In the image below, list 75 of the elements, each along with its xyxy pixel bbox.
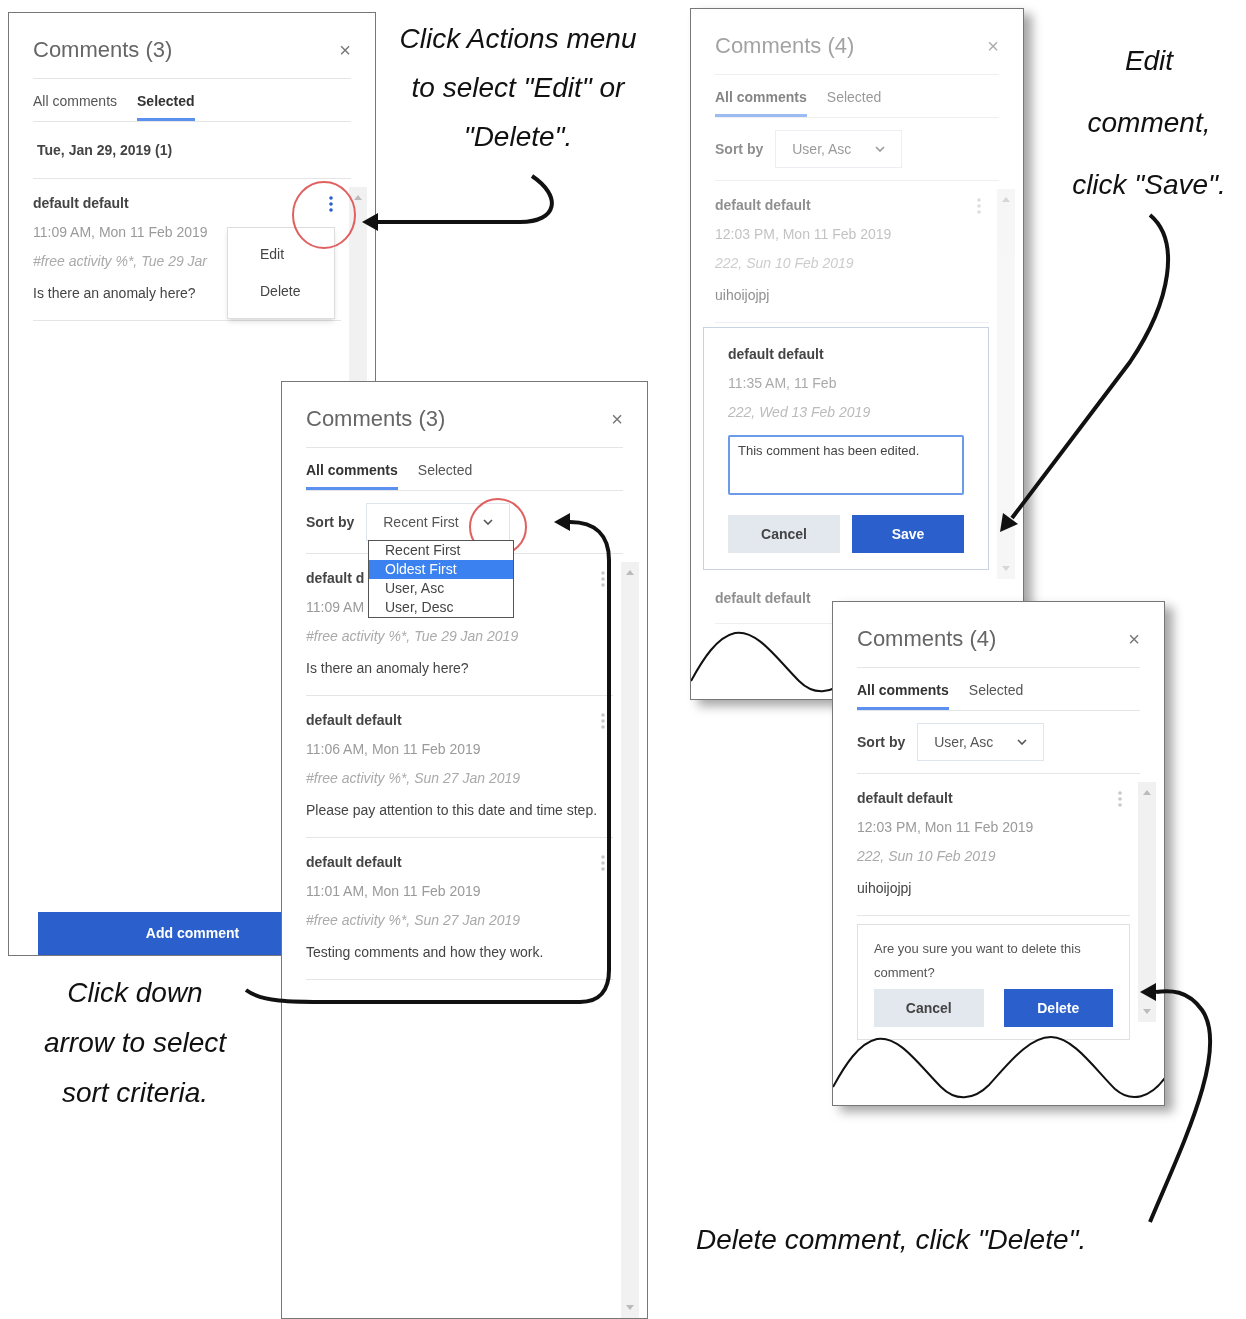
close-button[interactable]: ×: [339, 39, 351, 60]
save-button[interactable]: Save: [852, 515, 964, 553]
comment-author: default default: [728, 345, 824, 364]
comment-activity: #free activity %*, Sun 27 Jan 2019: [306, 769, 521, 788]
scroll-up-icon[interactable]: [1002, 197, 1010, 202]
comment-text: Is there an anomaly here?: [306, 659, 469, 678]
sort-dropdown[interactable]: User, Asc: [917, 723, 1045, 761]
confirm-message: Are you sure you want to delete this comment?: [874, 940, 1082, 982]
comments-tab[interactable]: Selected: [137, 91, 195, 121]
comment-input[interactable]: This comment has been edited.: [728, 435, 964, 495]
panel-title: Comments (3): [306, 405, 446, 433]
menu-item[interactable]: Edit: [228, 236, 334, 273]
comment-activity: #free activity %*, Sun 27 Jan 2019: [306, 911, 521, 930]
comments-tab[interactable]: Selected: [968, 680, 1024, 710]
panel-title: Comments (4): [857, 625, 997, 653]
scroll-down-icon[interactable]: [626, 1305, 634, 1310]
menu-item[interactable]: Delete: [228, 273, 334, 310]
sort-option[interactable]: User, Asc: [369, 579, 513, 598]
comment-timestamp: 11:01 AM, Mon 11 Feb 2019: [306, 882, 481, 901]
comment-author: default d: [306, 569, 365, 588]
sort-option[interactable]: Oldest First: [369, 560, 513, 579]
comment-text: Testing comments and how they work.: [306, 943, 544, 962]
sort-label: Sort by: [306, 512, 355, 532]
comment-author: default default: [715, 589, 811, 608]
comment-activity: 222, Wed 13 Feb 2019: [728, 403, 871, 422]
close-button[interactable]: ×: [1128, 628, 1140, 649]
comment-author: default default: [33, 194, 129, 213]
annotation-text: Click Actions menu to select "Edit" or "Delete".: [398, 22, 638, 154]
comment-timestamp: 12:03 PM, Mon 11 Feb 2019: [857, 818, 1034, 837]
comments-tab[interactable]: Selected: [417, 460, 473, 490]
panel-title: Comments (4): [715, 32, 855, 60]
comment-timestamp: 11:09 AM: [306, 598, 365, 617]
annotation-text: Edit comment, click "Save".: [1071, 44, 1227, 202]
cancel-button[interactable]: Cancel: [874, 989, 984, 1027]
comment-author: default default: [306, 853, 402, 872]
comment-text: uihoijojpj: [857, 879, 912, 898]
scroll-down-icon[interactable]: [1002, 566, 1010, 571]
close-button[interactable]: ×: [611, 408, 623, 429]
chevron-down-icon: [875, 146, 886, 152]
comment-timestamp: 11:06 AM, Mon 11 Feb 2019: [306, 740, 481, 759]
add-comment-button[interactable]: Add comment: [38, 912, 281, 955]
date-header: Tue, Jan 29, 2019 (1): [36, 142, 173, 158]
comment-activity: 222, Sun 10 Feb 2019: [857, 847, 996, 866]
scroll-down-icon[interactable]: [1143, 1009, 1151, 1014]
comment-activity: #free activity %*, Tue 29 Jar: [33, 252, 208, 271]
sort-label: Sort by: [715, 139, 764, 159]
chevron-down-icon: [482, 519, 493, 525]
comments-tab[interactable]: All comments: [715, 87, 807, 117]
comment-text: Please pay attention to this date and time step.: [306, 801, 598, 820]
scroll-up-icon[interactable]: [626, 570, 634, 575]
comment-timestamp: 12:03 PM, Mon 11 Feb 2019: [715, 225, 892, 244]
chevron-down-icon: [1017, 739, 1028, 745]
annotation-text: Click down arrow to select sort criteria.: [42, 976, 228, 1110]
delete-button[interactable]: Delete: [1003, 989, 1113, 1027]
scroll-up-icon[interactable]: [1143, 790, 1151, 795]
comment-author: default default: [306, 711, 402, 730]
comments-tab[interactable]: All comments: [33, 91, 118, 121]
comment-text: uihoijojpj: [715, 286, 770, 305]
sort-option[interactable]: User, Desc: [369, 598, 513, 617]
comment-author: default default: [715, 196, 811, 215]
comment-text: Is there an anomaly here?: [33, 284, 196, 303]
panel-title: Comments (3): [33, 36, 173, 64]
more-options-icon[interactable]: [329, 195, 333, 212]
comments-tab[interactable]: All comments: [306, 460, 398, 490]
sort-label: Sort by: [857, 732, 906, 752]
comments-tab[interactable]: All comments: [857, 680, 949, 710]
scroll-up-icon[interactable]: [354, 195, 362, 200]
comment-timestamp: 11:09 AM, Mon 11 Feb 2019: [33, 223, 208, 242]
annotation-text: Delete comment, click "Delete".: [696, 1223, 1088, 1257]
cancel-button[interactable]: Cancel: [728, 515, 840, 553]
comment-timestamp: 11:35 AM, 11 Feb: [728, 374, 837, 393]
highlight-circle: [292, 181, 356, 249]
comment-activity: #free activity %*, Tue 29 Jan 2019: [306, 627, 519, 646]
sort-option[interactable]: Recent First: [369, 541, 513, 560]
comment-author: default default: [857, 789, 953, 808]
